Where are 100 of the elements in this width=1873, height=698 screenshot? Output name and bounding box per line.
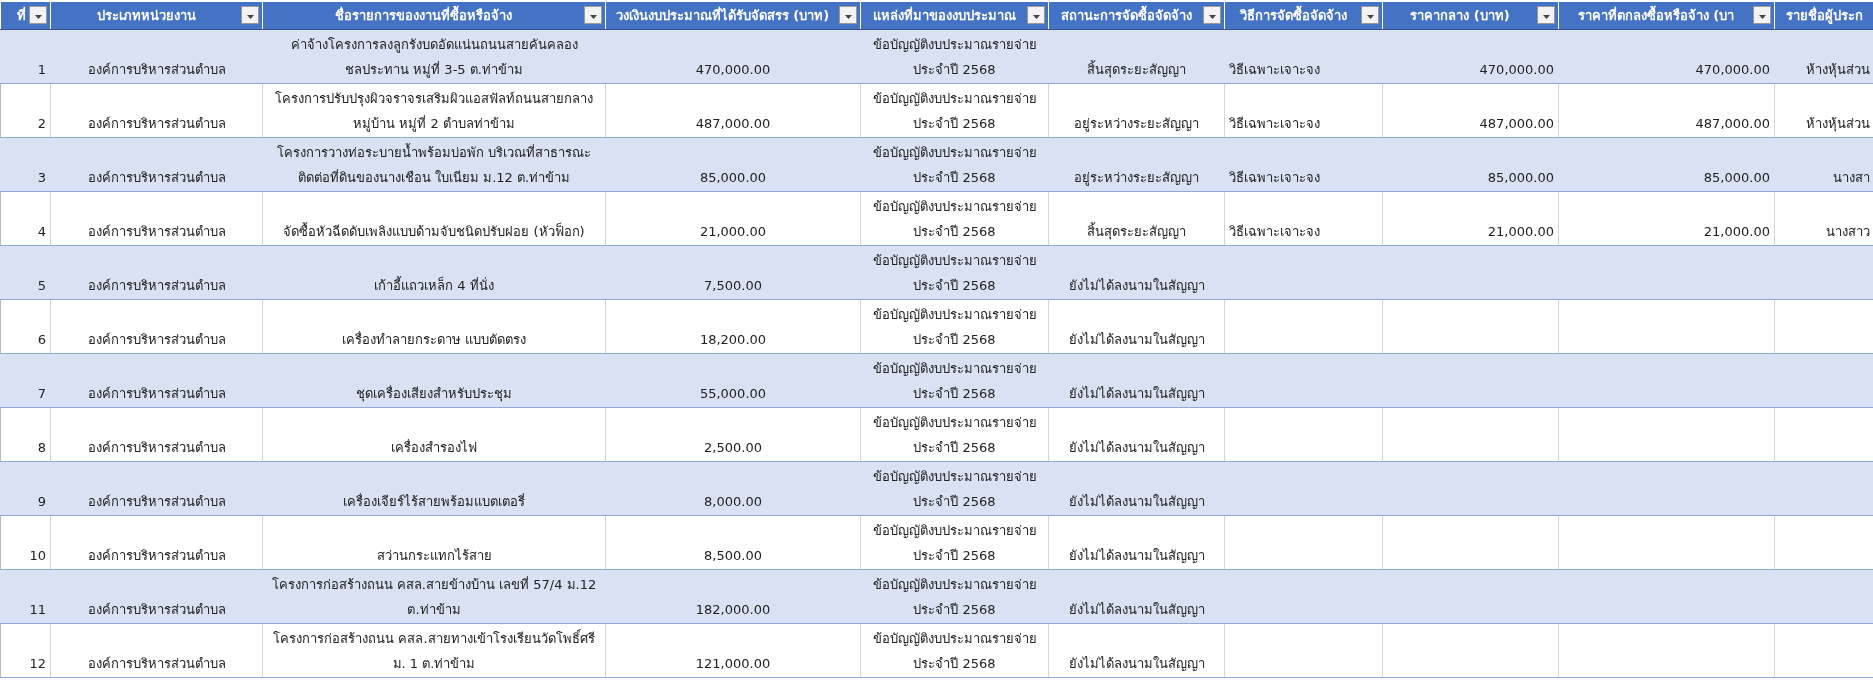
budget-cell: 85,000.00	[699, 169, 767, 185]
budget-cell: 121,000.00	[695, 655, 771, 671]
item-name-cell: เครื่องทำลายกระดาษ แบบตัดตรง	[341, 331, 527, 347]
contract-price-cell: 470,000.00	[1695, 61, 1770, 77]
budget-cell: 21,000.00	[699, 223, 767, 239]
status-cell: ยังไม่ได้ลงนามในสัญญา	[1068, 439, 1205, 455]
table-cell: ห้างหุ้นส่วน	[1805, 115, 1870, 131]
column-header: ประเภทหน่วยงาน	[50, 2, 263, 29]
budget-source-cell: ข้อบัญญัติงบประมาณรายจ่าย ประจำปี 2568	[872, 144, 1037, 185]
budget-cell: 8,500.00	[704, 547, 762, 563]
agency-type-cell: องค์การบริหารส่วนตำบล	[87, 547, 226, 563]
method-cell: วิธีเฉพาะเจาะจง	[1229, 115, 1320, 131]
agency-type-cell: องค์การบริหารส่วนตำบล	[87, 331, 226, 347]
budget-cell: 8,000.00	[704, 493, 762, 509]
row-number: 7	[37, 385, 46, 401]
budget-cell: 182,000.00	[695, 601, 771, 617]
budget-source-cell: ข้อบัญญัติงบประมาณรายจ่าย ประจำปี 2568	[872, 36, 1037, 77]
row-number: 11	[29, 601, 46, 617]
row-number: 10	[29, 547, 46, 563]
budget-source-cell: ข้อบัญญัติงบประมาณรายจ่าย ประจำปี 2568	[872, 90, 1037, 131]
row-number: 12	[29, 655, 46, 671]
budget-source-cell: ข้อบัญญัติงบประมาณรายจ่าย ประจำปี 2568	[872, 252, 1037, 293]
status-cell: ยังไม่ได้ลงนามในสัญญา	[1068, 547, 1205, 563]
filter-button[interactable]	[1203, 6, 1221, 25]
caret-icon	[1032, 15, 1040, 20]
status-cell: ยังไม่ได้ลงนามในสัญญา	[1068, 385, 1205, 401]
status-cell: สิ้นสุดระยะสัญญา	[1087, 61, 1186, 77]
status-cell: ยังไม่ได้ลงนามในสัญญา	[1068, 655, 1205, 671]
table-cell: ห้างหุ้นส่วน	[1805, 61, 1870, 77]
budget-cell: 470,000.00	[695, 61, 771, 77]
column-header: วงเงินงบประมาณที่ได้รับจัดสรร (บาท)	[605, 2, 861, 29]
caret-icon	[589, 15, 597, 20]
filter-button[interactable]	[1027, 6, 1045, 25]
column-header: แหล่งที่มาของงบประมาณ	[860, 2, 1049, 29]
caret-icon	[246, 15, 254, 20]
column-header: ราคากลาง (บาท)	[1382, 2, 1559, 29]
status-cell: ยังไม่ได้ลงนามในสัญญา	[1068, 601, 1205, 617]
median-price-cell: 21,000.00	[1487, 223, 1554, 239]
table-cell: นางสา	[1832, 169, 1870, 185]
method-cell: วิธีเฉพาะเจาะจง	[1229, 169, 1320, 185]
budget-source-cell: ข้อบัญญัติงบประมาณรายจ่าย ประจำปี 2568	[872, 306, 1037, 347]
row-number: 2	[37, 115, 46, 131]
item-name-cell: จัดซื้อหัวฉีดดับเพลิงแบบด้ามจับชนิดปรับฝอย (หัวฟ็อก)	[283, 223, 585, 239]
method-cell: วิธีเฉพาะเจาะจง	[1229, 61, 1320, 77]
budget-source-cell: ข้อบัญญัติงบประมาณรายจ่าย ประจำปี 2568	[872, 468, 1037, 509]
contract-price-cell: 21,000.00	[1703, 223, 1770, 239]
item-name-cell: สว่านกระแทกไร้สาย	[376, 547, 492, 563]
budget-cell: 2,500.00	[704, 439, 762, 455]
budget-source-cell: ข้อบัญญัติงบประมาณรายจ่าย ประจำปี 2568	[872, 522, 1037, 563]
row-number: 4	[37, 223, 46, 239]
filter-button[interactable]	[1753, 6, 1771, 25]
filter-button[interactable]	[1537, 6, 1555, 25]
budget-source-cell: ข้อบัญญัติงบประมาณรายจ่าย ประจำปี 2568	[872, 360, 1037, 401]
agency-type-cell: องค์การบริหารส่วนตำบล	[87, 439, 226, 455]
agency-type-cell: องค์การบริหารส่วนตำบล	[87, 115, 226, 131]
agency-type-cell: องค์การบริหารส่วนตำบล	[87, 601, 226, 617]
item-name-cell: ชุดเครื่องเสียงสำหรับประชุม	[356, 385, 512, 401]
caret-icon	[844, 15, 852, 20]
row-number: 5	[37, 277, 46, 293]
caret-icon	[1758, 15, 1766, 20]
row-number: 8	[37, 439, 46, 455]
filter-button[interactable]	[584, 6, 602, 25]
status-cell: อยู่ระหว่างระยะสัญญา	[1074, 115, 1199, 131]
row-number: 9	[37, 493, 46, 509]
item-name-cell: เครื่องสำรองไฟ	[391, 439, 477, 455]
column-header: ที่	[0, 2, 51, 29]
filter-button[interactable]	[29, 6, 47, 25]
column-header: สถานะการจัดซื้อจัดจ้าง	[1048, 2, 1225, 29]
budget-cell: 55,000.00	[699, 385, 767, 401]
filter-button[interactable]	[839, 6, 857, 25]
contract-price-cell: 85,000.00	[1703, 169, 1770, 185]
median-price-cell: 487,000.00	[1479, 115, 1554, 131]
budget-source-cell: ข้อบัญญัติงบประมาณรายจ่าย ประจำปี 2568	[872, 630, 1037, 671]
agency-type-cell: องค์การบริหารส่วนตำบล	[87, 385, 226, 401]
budget-cell: 18,200.00	[699, 331, 767, 347]
median-price-cell: 85,000.00	[1487, 169, 1554, 185]
median-price-cell: 470,000.00	[1479, 61, 1554, 77]
table-cell: นางสาว	[1825, 223, 1870, 239]
budget-source-cell: ข้อบัญญัติงบประมาณรายจ่าย ประจำปี 2568	[872, 198, 1037, 239]
budget-cell: 7,500.00	[704, 277, 762, 293]
status-cell: อยู่ระหว่างระยะสัญญา	[1074, 169, 1199, 185]
budget-source-cell: ข้อบัญญัติงบประมาณรายจ่าย ประจำปี 2568	[872, 576, 1037, 617]
item-name-cell: ค่าจ้างโครงการลงลูกรังบดอัดแน่นถนนสายคันคลอง ชลประทาน หมู่ที่ 3-5 ต.ท่าข้าม	[290, 36, 578, 77]
caret-icon	[1208, 15, 1216, 20]
agency-type-cell: องค์การบริหารส่วนตำบล	[87, 493, 226, 509]
row-number: 3	[37, 169, 46, 185]
column-header: ชื่อรายการของงานที่ซื้อหรือจ้าง	[262, 2, 606, 29]
column-header: วิธีการจัดซื้อจัดจ้าง	[1224, 2, 1383, 29]
row-number: 1	[37, 61, 46, 77]
item-name-cell: โครงการก่อสร้างถนน คสล.สายข้างบ้าน เลขที่ 57/4 ม.12 ต.ท่าข้าม	[271, 576, 597, 617]
method-cell: วิธีเฉพาะเจาะจง	[1229, 223, 1320, 239]
agency-type-cell: องค์การบริหารส่วนตำบล	[87, 61, 226, 77]
caret-icon	[1366, 15, 1374, 20]
row-number: 6	[37, 331, 46, 347]
filter-button[interactable]	[241, 6, 259, 25]
item-name-cell: โครงการปรับปรุงผิวจราจรเสริมผิวแอสฟัลท์ถนนสายกลาง หมู่บ้าน หมู่ที่ 2 ตำบลท่าข้าม	[275, 90, 593, 131]
item-name-cell: เก้าอี้แถวเหล็ก 4 ที่นั่ง	[374, 277, 494, 293]
status-cell: สิ้นสุดระยะสัญญา	[1087, 223, 1186, 239]
filter-button[interactable]	[1361, 6, 1379, 25]
status-cell: ยังไม่ได้ลงนามในสัญญา	[1068, 277, 1205, 293]
